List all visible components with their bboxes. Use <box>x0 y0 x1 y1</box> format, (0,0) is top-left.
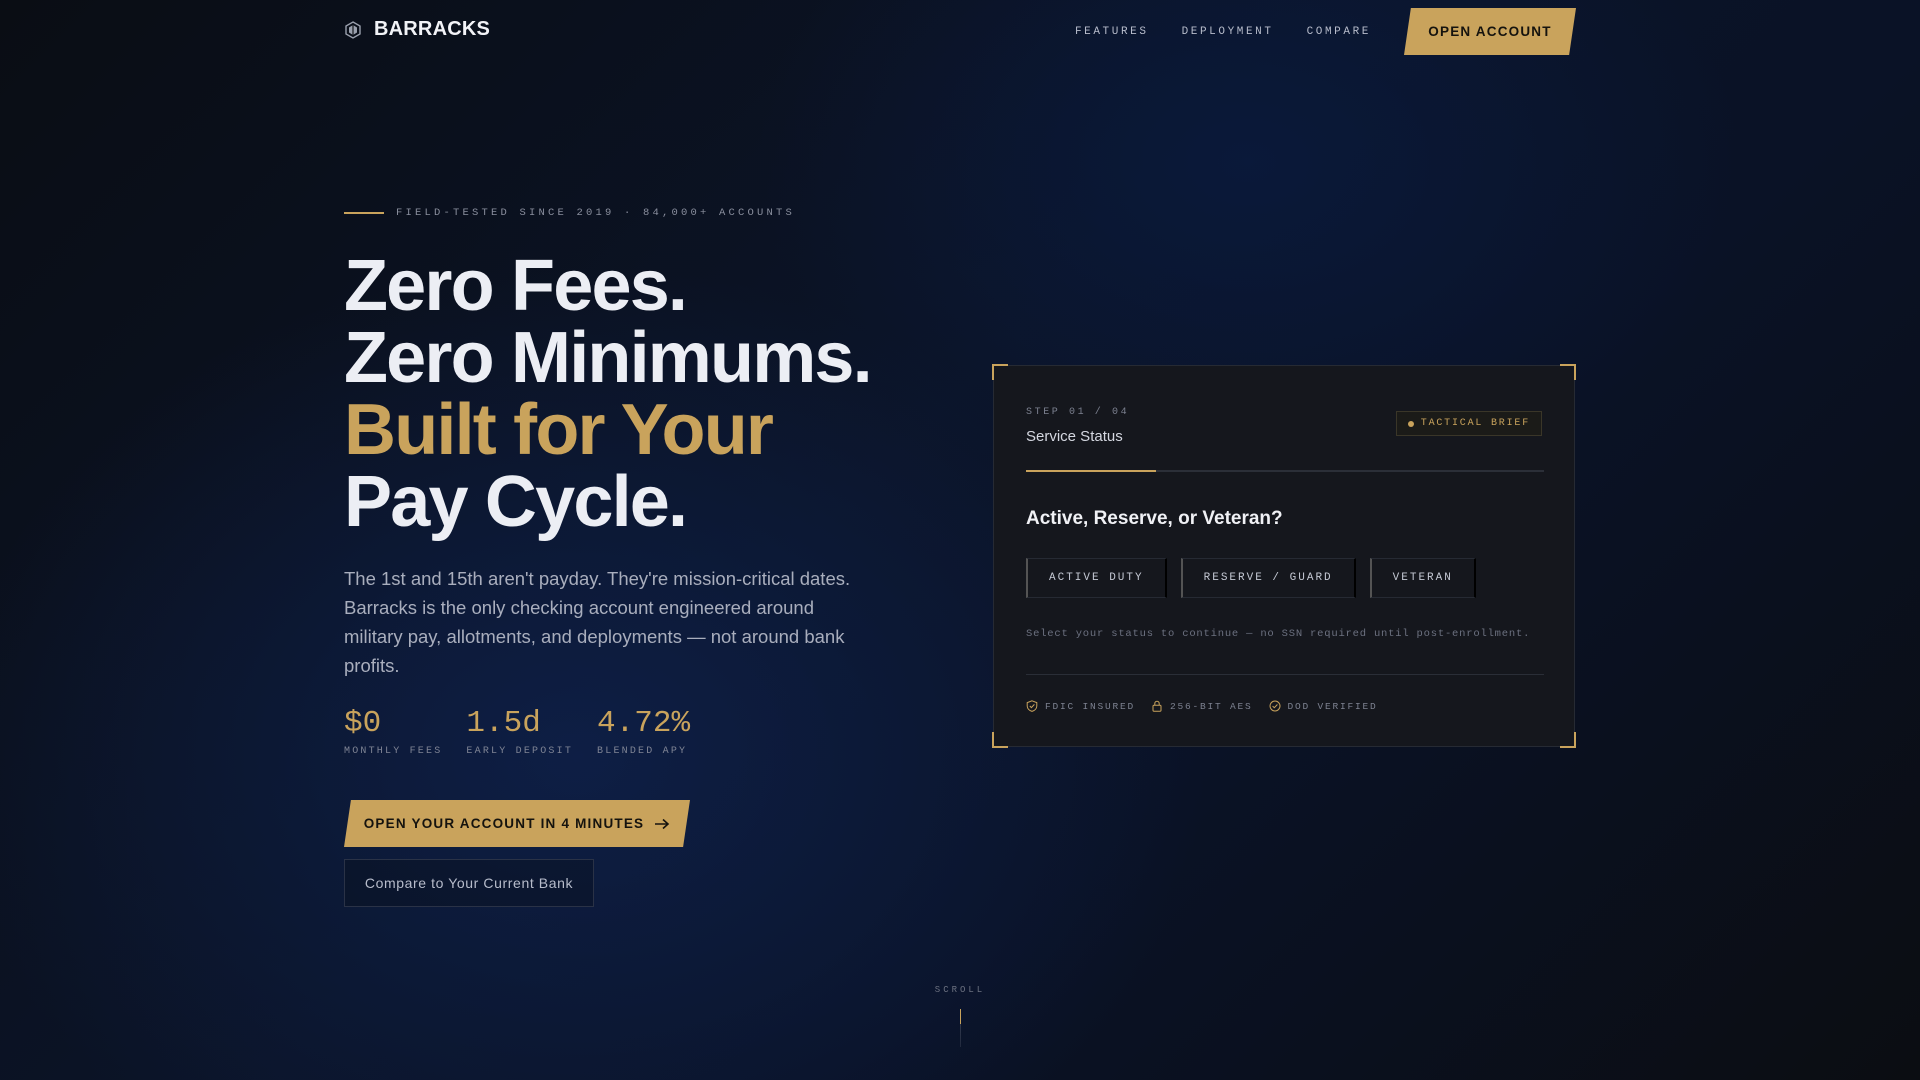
tactical-brief-badge: TACTICAL BRIEF <box>1395 411 1542 436</box>
helper-text: Select your status to continue — no SSN … <box>1026 628 1531 640</box>
card-corner-bottom-right <box>1560 732 1576 748</box>
headline-line-4: Pay Cycle. <box>344 462 688 542</box>
stat-value: 4.72% <box>597 706 691 741</box>
scroll-label: SCROLL <box>934 985 986 995</box>
headline-line-1: Zero Fees. <box>344 246 688 326</box>
eyebrow-rule <box>344 212 384 214</box>
option-active-duty[interactable]: ACTIVE DUTY <box>1026 558 1167 598</box>
brand-logo[interactable]: BARRACKS <box>344 18 490 41</box>
nav-link-compare[interactable]: COMPARE <box>1307 26 1371 38</box>
open-your-account-button[interactable]: OPEN YOUR ACCOUNT IN 4 MINUTES <box>344 800 690 847</box>
arrow-right-icon <box>655 818 670 829</box>
hero-headline: Zero Fees. Zero Minimums. Built for Your… <box>344 246 873 542</box>
step-title: Service Status <box>1026 428 1123 445</box>
hero-description: The 1st and 15th aren't payday. They're … <box>344 568 851 676</box>
trust-badges: FDIC INSURED 256-BIT AES DOD VERIFIED <box>1026 700 1378 712</box>
nav-links: FEATURES DEPLOYMENT COMPARE <box>1075 26 1371 38</box>
trust-dod: DOD VERIFIED <box>1269 700 1378 712</box>
chevron-shield-icon <box>345 20 361 39</box>
stat-monthly-fees: $0 MONTHLY FEES <box>344 706 442 757</box>
compare-bank-button[interactable]: Compare to Your Current Bank <box>344 859 594 907</box>
cta-primary-label: OPEN YOUR ACCOUNT IN 4 MINUTES <box>363 816 645 831</box>
status-dot-icon <box>1407 420 1414 427</box>
stat-label: EARLY DEPOSIT <box>466 746 574 757</box>
headline-line-2: Zero Minimums. <box>344 318 873 398</box>
stat-blended-apy: 4.72% BLENDED APY <box>597 706 690 757</box>
option-reserve-guard[interactable]: RESERVE / GUARD <box>1180 558 1356 598</box>
badge-label: TACTICAL BRIEF <box>1420 418 1530 429</box>
stat-label: BLENDED APY <box>597 746 688 757</box>
card-corner-top-right <box>1560 364 1576 380</box>
trust-aes: 256-BIT AES <box>1151 700 1253 712</box>
hero-eyebrow: FIELD-TESTED SINCE 2019 · 84,000+ ACCOUN… <box>344 207 795 219</box>
trust-fdic: FDIC INSURED <box>1026 700 1135 712</box>
stat-value: $0 <box>344 706 382 741</box>
eyebrow-text: FIELD-TESTED SINCE 2019 · 84,000+ ACCOUN… <box>396 207 796 219</box>
hero-stats: $0 MONTHLY FEES 1.5d EARLY DEPOSIT 4.72%… <box>344 706 690 757</box>
step-progress-fill <box>1026 470 1156 472</box>
nav-link-features[interactable]: FEATURES <box>1075 26 1149 38</box>
step-counter: STEP 01 / 04 <box>1026 407 1130 418</box>
stat-early-deposit: 1.5d EARLY DEPOSIT <box>466 706 573 757</box>
check-circle-icon <box>1269 700 1281 712</box>
stat-value: 1.5d <box>466 706 541 741</box>
card-corner-top-left <box>992 364 1008 380</box>
scroll-line <box>959 1009 961 1047</box>
stat-label: MONTHLY FEES <box>344 746 443 757</box>
top-nav: BARRACKS FEATURES DEPLOYMENT COMPARE OPE… <box>344 0 1576 64</box>
enrollment-card: STEP 01 / 04 Service Status TACTICAL BRI… <box>992 364 1576 748</box>
brand-name: BARRACKS <box>374 18 491 40</box>
card-divider <box>1026 674 1544 675</box>
trust-label: FDIC INSURED <box>1045 700 1136 712</box>
open-account-button[interactable]: OPEN ACCOUNT <box>1404 8 1576 55</box>
trust-label: 256-BIT AES <box>1170 700 1253 712</box>
headline-line-3: Built for Your <box>344 390 774 470</box>
nav-link-deployment[interactable]: DEPLOYMENT <box>1182 26 1274 38</box>
step-progress-bar <box>1026 470 1544 472</box>
status-options: ACTIVE DUTY RESERVE / GUARD VETERAN <box>1026 558 1476 598</box>
scroll-indicator[interactable]: SCROLL <box>932 985 988 1047</box>
service-status-question: Active, Reserve, or Veteran? <box>1026 508 1283 529</box>
card-corner-bottom-left <box>992 732 1008 748</box>
option-veteran[interactable]: VETERAN <box>1369 558 1476 598</box>
shield-icon <box>1026 700 1038 712</box>
lock-icon <box>1152 700 1162 712</box>
trust-label: DOD VERIFIED <box>1287 700 1378 712</box>
